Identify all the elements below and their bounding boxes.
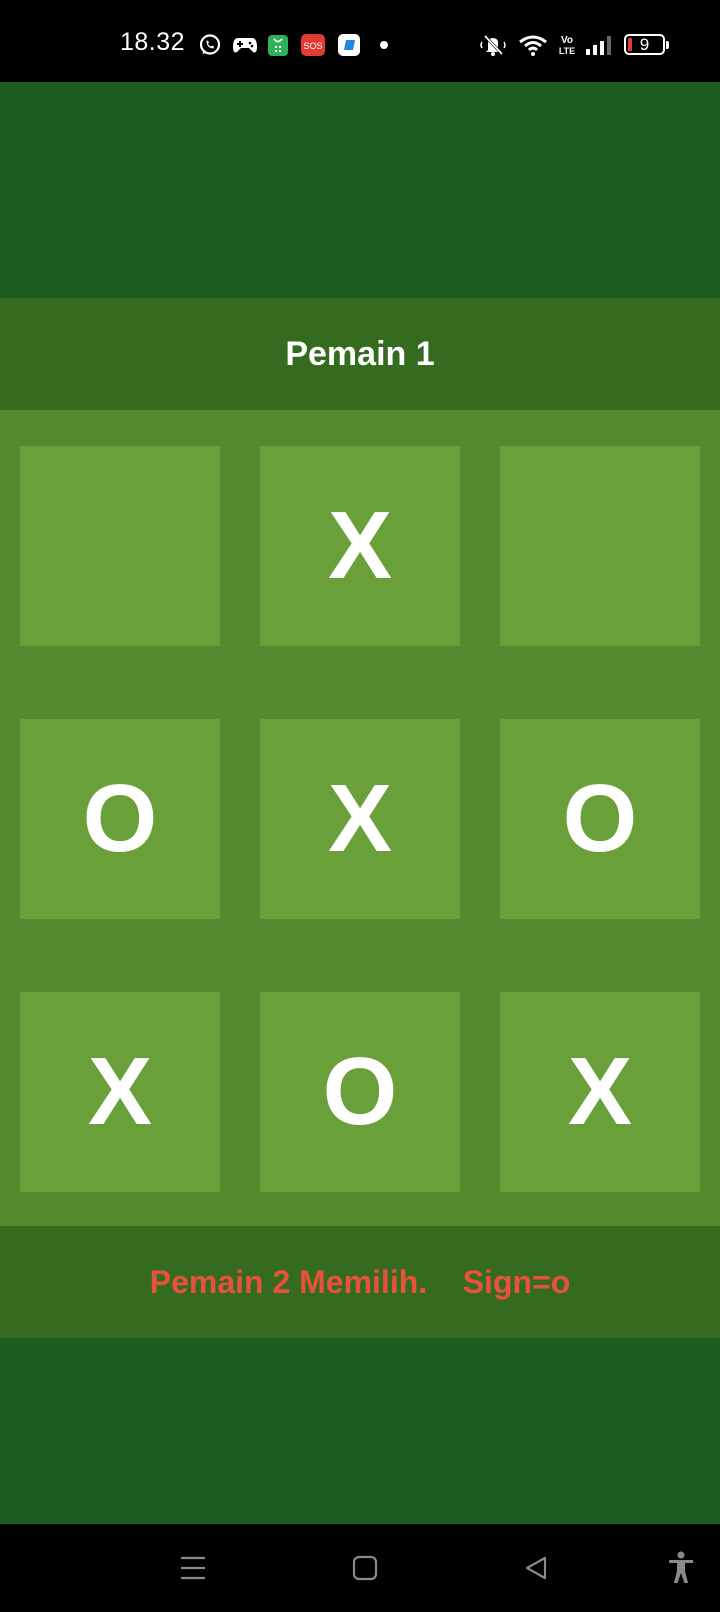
gamepad-icon [232,33,258,57]
whatsapp-icon [197,33,223,57]
status-time: 18.32 [120,28,186,56]
svg-text:LTE: LTE [559,46,575,56]
top-spacer [0,82,720,298]
player-title: Pemain 1 [285,334,435,373]
board-cell-1-3[interactable] [500,446,700,646]
navigation-bar [0,1524,720,1612]
menu-icon[interactable] [171,1546,215,1590]
board-cell-2-2[interactable]: X [260,719,460,919]
turn-status-message: Pemain 2 Memilih. Sign=o [149,1263,571,1300]
board-cell-1-1[interactable] [20,446,220,646]
game-board: X O X O X O X [0,410,720,1226]
sos-icon: SOS [300,33,326,57]
accessibility-icon[interactable] [659,1546,703,1590]
status-footer: Pemain 2 Memilih. Sign=o [0,1226,720,1338]
board-cell-3-2[interactable]: O [260,992,460,1192]
volte-icon: Vo LTE [557,33,577,57]
app-icon [336,33,362,57]
wifi-icon [518,33,548,57]
svg-text:SOS: SOS [303,41,322,51]
back-icon[interactable] [514,1546,558,1590]
board-cell-2-3[interactable]: O [500,719,700,919]
board-cell-3-1[interactable]: X [20,992,220,1192]
board-cell-2-1[interactable]: O [20,719,220,919]
signal-icon [584,33,616,57]
home-icon[interactable] [343,1546,387,1590]
mute-icon [478,33,508,57]
board-cell-3-3[interactable]: X [500,992,700,1192]
player-header: Pemain 1 [0,298,720,410]
shopping-bag-icon [266,33,290,57]
svg-text:Vo: Vo [561,35,573,46]
status-bar: 18.32 SOS Vo LTE 9 [0,0,720,82]
bottom-spacer [0,1338,720,1524]
battery-percentage: 9 [639,35,650,54]
board-cell-1-2[interactable]: X [260,446,460,646]
battery-nub [666,41,669,49]
notification-dot [380,41,388,49]
